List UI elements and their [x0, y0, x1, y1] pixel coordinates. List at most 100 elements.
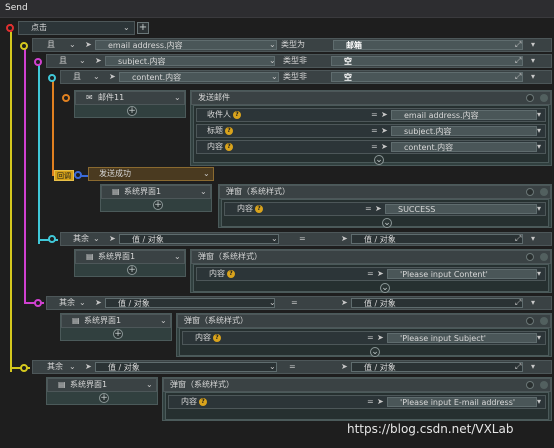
chevron-down-icon[interactable]: ⌄	[200, 186, 207, 198]
else3-row[interactable]: 其余 ⌄ ➤ 值 / 对象 ⌄ = ➤ 值 / 对象 ⤢ ▾	[32, 360, 552, 374]
toggle-icon[interactable]	[526, 381, 534, 389]
collapse-button[interactable]: ⌄	[380, 283, 390, 293]
dropdown-icon[interactable]: ▾	[531, 55, 535, 67]
collapse-button[interactable]: ⌄	[382, 218, 392, 228]
help-icon[interactable]: ?	[225, 142, 233, 151]
else3-node[interactable]: ▤ 系统界面1 ⌄ +	[46, 377, 158, 405]
expand-icon[interactable]: ⤢	[515, 55, 521, 67]
cursor-icon[interactable]: ➤	[95, 55, 102, 67]
cond3-right[interactable]: 空	[331, 72, 523, 82]
else2-row[interactable]: 其余 ⌄ ➤ 值 / 对象 ⌄ = ➤ 值 / 对象 ⤢ ▾	[46, 296, 552, 310]
else1-row[interactable]: 其余 ⌄ ➤ 值 / 对象 ⌄ = ➤ 值 / 对象 ⤢ ▾	[60, 232, 552, 246]
help-icon[interactable]: ?	[233, 110, 241, 119]
dropdown-icon[interactable]: ▾	[531, 361, 535, 373]
chevron-down-icon[interactable]: ⌄	[174, 251, 181, 263]
cursor-icon[interactable]: ➤	[85, 39, 92, 51]
help-icon[interactable]: ?	[255, 204, 263, 213]
else3-node-header[interactable]: ▤ 系统界面1 ⌄	[47, 378, 157, 392]
add-trigger-button[interactable]: +	[137, 22, 149, 34]
cursor-icon[interactable]: ➤	[377, 332, 384, 344]
cursor-icon[interactable]: ➤	[95, 297, 102, 309]
cond3-left[interactable]: content.内容	[119, 72, 279, 82]
param-value[interactable]: content.内容	[391, 142, 537, 152]
success-node[interactable]: ▤ 系统界面1 ⌄ +	[100, 184, 212, 212]
status-icon[interactable]	[540, 94, 548, 102]
mail-action-panel[interactable]: 发送邮件 收件人? = ➤ email address.内容 ▾ 标题? = ➤…	[190, 90, 552, 166]
dropdown-icon[interactable]: ▾	[531, 71, 535, 83]
else2-action-row[interactable]: 弹窗（系统样式）	[177, 314, 551, 328]
param-value[interactable]: 'Please input Subject'	[387, 333, 537, 343]
else1-action-panel[interactable]: 弹窗（系统样式） 内容? = ➤ 'Please input Content' …	[190, 249, 552, 293]
else1-dot[interactable]	[48, 235, 56, 243]
add-action-button[interactable]: +	[127, 265, 137, 275]
chevron-down-icon[interactable]: ⌄	[69, 39, 76, 51]
cursor-icon[interactable]: ➤	[381, 109, 388, 121]
dropdown-icon[interactable]: ▾	[531, 297, 535, 309]
chevron-down-icon[interactable]: ⌄	[146, 379, 153, 391]
cursor-icon[interactable]: ➤	[341, 233, 348, 245]
dropdown-icon[interactable]: ▾	[537, 332, 541, 344]
chevron-down-icon[interactable]: ⌄	[174, 92, 181, 104]
add-action-button[interactable]: +	[113, 329, 123, 339]
expand-icon[interactable]: ⤢	[515, 297, 521, 309]
else3-action-row[interactable]: 弹窗（系统样式）	[163, 378, 551, 392]
chevron-down-icon[interactable]: ⌄	[93, 233, 100, 245]
success-action-panel[interactable]: 弹窗（系统样式） 内容? = ➤ SUCCESS ▾ ⌄	[218, 184, 552, 228]
else2-action-panel[interactable]: 弹窗（系统样式） 内容? = ➤ 'Please input Subject' …	[176, 313, 552, 357]
param-value[interactable]: subject.内容	[391, 126, 537, 136]
expand-icon[interactable]: ⤢	[515, 233, 521, 245]
mail-node-header[interactable]: ✉ 邮件11 ⌄	[75, 91, 185, 105]
cursor-icon[interactable]: ➤	[381, 141, 388, 153]
toggle-icon[interactable]	[526, 94, 534, 102]
status-icon[interactable]	[540, 188, 548, 196]
cursor-icon[interactable]: ➤	[377, 268, 384, 280]
cursor-icon[interactable]: ➤	[341, 297, 348, 309]
cursor-icon[interactable]: ➤	[109, 233, 116, 245]
chevron-down-icon[interactable]: ⌄	[69, 361, 76, 373]
else3-left[interactable]: 值 / 对象	[95, 362, 277, 372]
cond2-dot[interactable]	[34, 58, 42, 66]
status-icon[interactable]	[540, 253, 548, 261]
dropdown-icon[interactable]: ▾	[537, 125, 541, 137]
cond2-right[interactable]: 空	[331, 56, 523, 66]
chevron-down-icon[interactable]: ⌄	[93, 71, 100, 83]
cursor-icon[interactable]: ➤	[341, 361, 348, 373]
cursor-icon[interactable]: ➤	[377, 396, 384, 408]
cond1-row[interactable]: 且 ⌄ ➤ email address.内容 ⌄ 类型为 邮箱 ⤢ ▾	[32, 38, 552, 52]
trigger-row[interactable]: 点击 ⌄	[18, 21, 135, 35]
trigger-dot[interactable]	[6, 24, 14, 32]
cond3-dot[interactable]	[48, 74, 56, 82]
collapse-button[interactable]: ⌄	[370, 347, 380, 357]
chevron-down-icon[interactable]: ⌄	[269, 297, 276, 309]
else2-right[interactable]: 值 / 对象	[351, 298, 523, 308]
cond2-row[interactable]: 且 ⌄ ➤ subject.内容 ⌄ 类型非 空 ⤢ ▾	[46, 54, 552, 68]
dropdown-icon[interactable]: ▾	[537, 203, 541, 215]
param-value[interactable]: SUCCESS	[385, 204, 537, 214]
chevron-down-icon[interactable]: ⌄	[271, 233, 278, 245]
param-value[interactable]: 'Please input Content'	[387, 269, 537, 279]
success-action-row[interactable]: 弹窗（系统样式）	[219, 185, 551, 199]
param-value[interactable]: email address.内容	[391, 110, 537, 120]
cursor-icon[interactable]: ➤	[381, 125, 388, 137]
add-action-button[interactable]: +	[127, 106, 137, 116]
else1-node[interactable]: ▤ 系统界面1 ⌄ +	[74, 249, 186, 277]
expand-icon[interactable]: ⤢	[515, 39, 521, 51]
chevron-down-icon[interactable]: ⌄	[203, 168, 210, 180]
status-icon[interactable]	[540, 317, 548, 325]
expand-icon[interactable]: ⤢	[515, 71, 521, 83]
else1-right[interactable]: 值 / 对象	[351, 234, 523, 244]
cond3-row[interactable]: 且 ⌄ ➤ content.内容 ⌄ 类型非 空 ⤢ ▾	[60, 70, 552, 84]
chevron-down-icon[interactable]: ⌄	[269, 361, 276, 373]
else1-node-header[interactable]: ▤ 系统界面1 ⌄	[75, 250, 185, 264]
dropdown-icon[interactable]: ▾	[537, 141, 541, 153]
else2-left[interactable]: 值 / 对象	[105, 298, 275, 308]
chevron-down-icon[interactable]: ⌄	[123, 22, 130, 34]
help-icon[interactable]: ?	[199, 397, 207, 406]
callback-dot[interactable]	[74, 171, 82, 179]
status-icon[interactable]	[540, 381, 548, 389]
else3-action-panel[interactable]: 弹窗（系统样式） 内容? = ➤ 'Please input E-mail ad…	[162, 377, 552, 421]
else2-node-header[interactable]: ▤ 系统界面1 ⌄	[61, 314, 171, 328]
cond1-right[interactable]: 邮箱	[333, 40, 523, 50]
help-icon[interactable]: ?	[227, 269, 235, 278]
else2-node[interactable]: ▤ 系统界面1 ⌄ +	[60, 313, 172, 341]
